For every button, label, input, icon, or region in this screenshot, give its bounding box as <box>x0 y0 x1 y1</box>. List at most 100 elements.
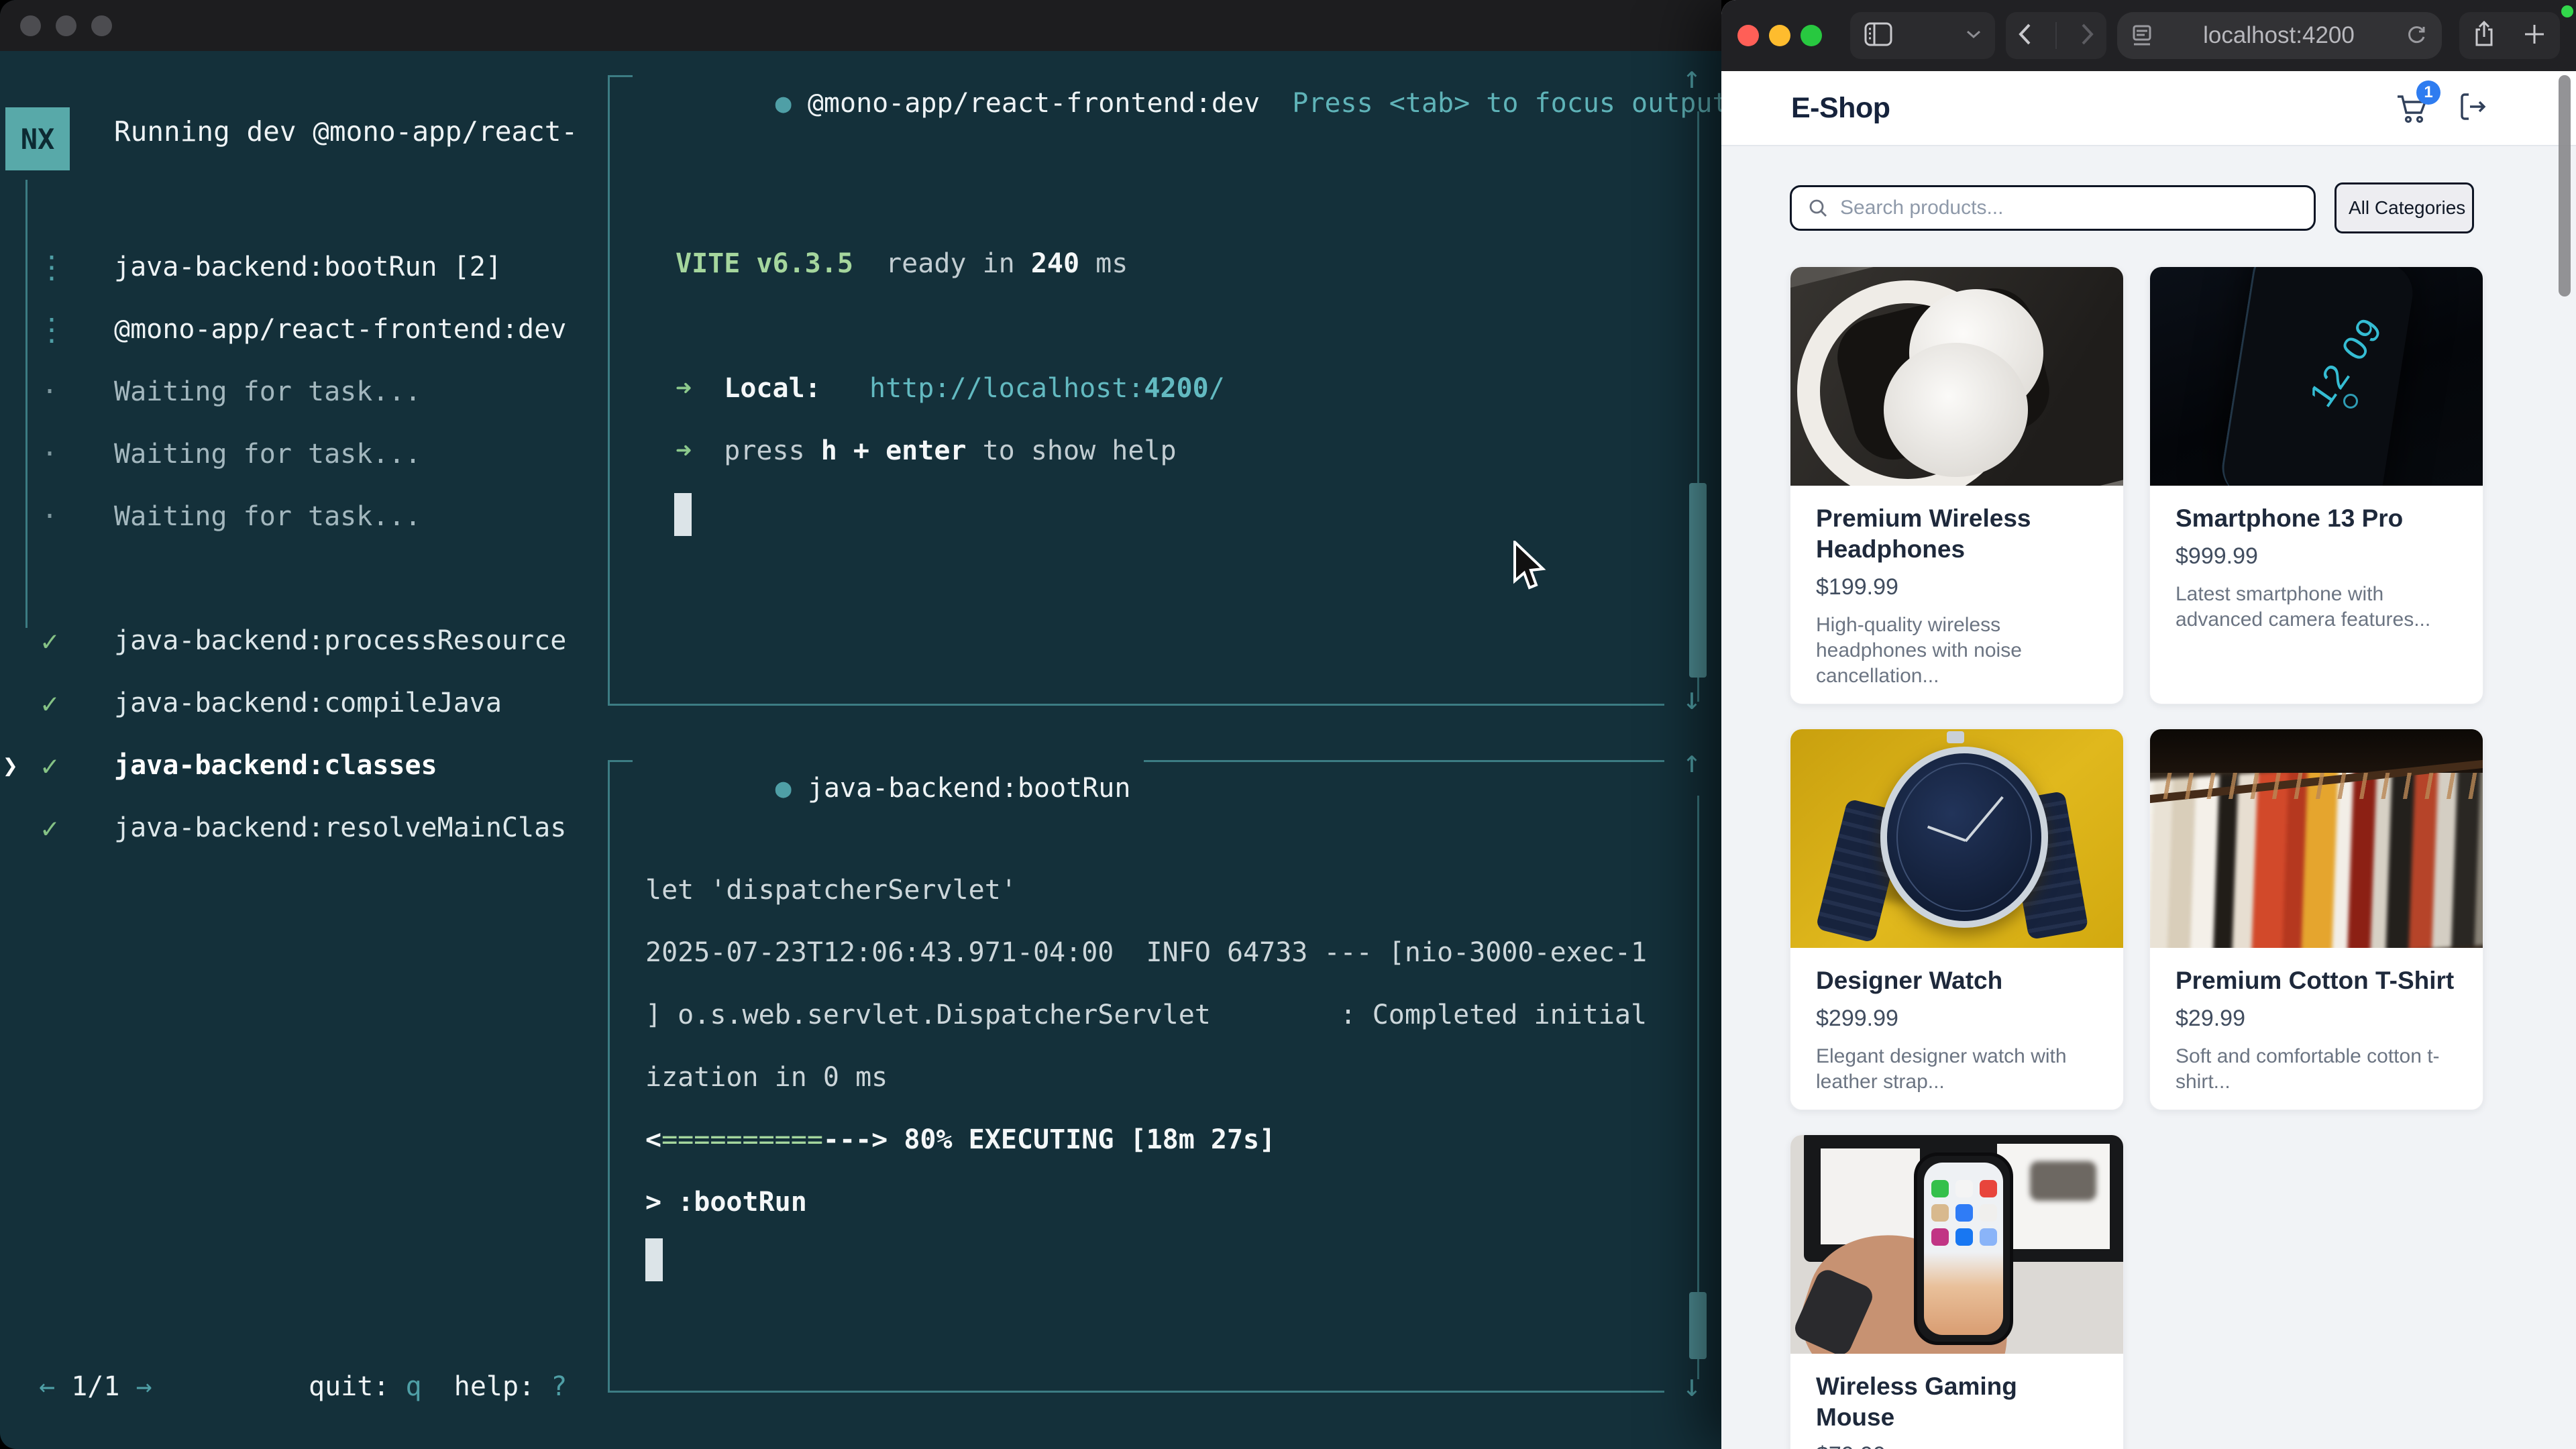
safari-toolbar: localhost:4200 <box>1721 0 2576 71</box>
search-box[interactable] <box>1790 185 2316 231</box>
spinner-icon: ⋮ <box>36 249 63 285</box>
help-label: help: <box>422 1371 551 1402</box>
product-card[interactable]: Designer Watch $299.99 Elegant designer … <box>1790 729 2124 1110</box>
cart-count-badge: 1 <box>2416 80 2440 105</box>
eshop-page: E-Shop 1 <box>1721 71 2576 1449</box>
product-card[interactable]: Premium Wireless Headphones $199.99 High… <box>1790 266 2124 704</box>
task-tree-line <box>25 180 28 628</box>
product-grid: Premium Wireless Headphones $199.99 High… <box>1790 266 2483 1449</box>
address-bar[interactable]: localhost:4200 <box>2117 12 2442 59</box>
product-name: Premium Cotton T-Shirt <box>2176 965 2457 996</box>
sidebar-icon <box>1864 21 1893 47</box>
page-scrollbar-thumb[interactable] <box>2559 75 2571 297</box>
logout-button[interactable] <box>2458 91 2490 126</box>
product-description: Soft and comfortable cotton t-shirt... <box>2176 1044 2457 1095</box>
task-dot-icon: ● <box>775 773 792 804</box>
next-arrow-icon: → <box>136 1371 152 1402</box>
product-name: Designer Watch <box>1816 965 2098 996</box>
back-button[interactable] <box>2017 23 2032 49</box>
product-description: High-quality wireless headphones with no… <box>1816 612 2098 689</box>
product-price: $79.99 <box>1816 1442 2098 1449</box>
scroll-up-icon: ↑ <box>1672 743 1712 780</box>
pager-count: 1/1 <box>71 1371 119 1402</box>
url-text: localhost:4200 <box>2152 22 2406 49</box>
reader-icon[interactable] <box>2132 24 2152 47</box>
task-label: java-backend:resolveMainClas <box>114 812 566 843</box>
shop-brand: E-Shop <box>1791 92 1890 125</box>
sidebar-menu-button[interactable] <box>1966 30 1982 42</box>
search-icon <box>1808 198 1828 218</box>
log-line: 2025-07-23T12:06:43.971-04:00 INFO 64733… <box>645 937 1647 968</box>
pane-frontend-output: ● @mono-app/react-frontend:dev Press <ta… <box>608 75 1664 706</box>
catalog-controls: All Categories <box>1790 182 2576 233</box>
gradle-progress-line: <==========---> 80% EXECUTING [18m 27s] <box>645 1124 1275 1155</box>
quit-label: quit: <box>309 1371 406 1402</box>
close-window-button[interactable] <box>1737 25 1759 46</box>
arrow-icon: ➜ <box>676 373 692 404</box>
progress-bar-fill: ========== <box>661 1124 823 1155</box>
quit-key: q <box>406 1371 422 1402</box>
task-label: java-backend:classes <box>114 750 437 781</box>
new-tab-button[interactable] <box>2523 23 2546 49</box>
category-select[interactable]: All Categories <box>2334 182 2474 233</box>
back-chevron-icon <box>2017 23 2032 46</box>
task-label: java-backend:bootRun [2] <box>114 252 502 282</box>
vite-local-line: ➜ Local: http://localhost:4200/ <box>676 373 1225 404</box>
logout-icon <box>2458 91 2490 123</box>
product-name: Smartphone 13 Pro <box>2176 503 2457 534</box>
scroll-down-icon: ↓ <box>1672 680 1712 716</box>
product-image-watch <box>1790 729 2123 948</box>
product-name: Premium Wireless Headphones <box>1816 503 2098 565</box>
pane-title-text: @mono-app/react-frontend:dev <box>792 88 1260 119</box>
zoom-window-button[interactable] <box>1801 25 1822 46</box>
terminal-cursor <box>674 493 692 536</box>
task-label: Waiting for task... <box>114 376 421 407</box>
dot-icon: · <box>36 501 63 532</box>
sidebar-toggle-button[interactable] <box>1864 21 1893 50</box>
terminal-heading: Running dev @mono-app/react- <box>114 115 578 148</box>
spinner-icon: ⋮ <box>36 311 63 347</box>
check-icon: ✓ <box>36 749 63 782</box>
plus-icon <box>2523 23 2546 46</box>
product-price: $299.99 <box>1816 1006 2098 1032</box>
share-button[interactable] <box>2473 21 2495 51</box>
check-icon: ✓ <box>36 812 63 845</box>
product-name: Wireless Gaming Mouse <box>1816 1371 2098 1433</box>
shop-header: E-Shop 1 <box>1721 71 2576 146</box>
check-icon: ✓ <box>36 625 63 657</box>
product-description: Latest smartphone with advanced camera f… <box>2176 582 2457 633</box>
vite-ready-line: VITE v6.3.5 ready in 240 ms <box>676 248 1128 279</box>
zoom-window-button[interactable] <box>91 15 112 36</box>
task-dot-icon: ● <box>775 88 792 119</box>
pane-pager: ← 1/1 → <box>39 1371 152 1402</box>
task-label: java-backend:processResource <box>114 625 566 656</box>
close-window-button[interactable] <box>20 15 41 36</box>
screen-recording-indicator <box>2561 5 2573 17</box>
forward-button[interactable] <box>2080 23 2095 49</box>
localhost-link[interactable]: http://localhost: <box>821 373 1144 404</box>
minimize-window-button[interactable] <box>1769 25 1790 46</box>
forward-chevron-icon <box>2080 23 2095 46</box>
product-price: $199.99 <box>1816 574 2098 600</box>
log-line: ] o.s.web.servlet.DispatcherServlet : Co… <box>645 1000 1647 1030</box>
safari-window: localhost:4200 E-Shop <box>1721 0 2576 1449</box>
nx-logo: NX <box>5 107 70 170</box>
dot-icon: · <box>36 439 63 470</box>
focus-hint: Press <tab> to focus output <box>1260 88 1721 119</box>
scroll-down-icon: ↓ <box>1672 1367 1712 1403</box>
cart-button[interactable]: 1 <box>2395 91 2430 125</box>
vite-help-line: ➜ press h + enter to show help <box>676 435 1177 466</box>
reload-icon[interactable] <box>2406 24 2427 47</box>
product-card[interactable]: Wireless Gaming Mouse $79.99 High-perfor… <box>1790 1134 2124 1449</box>
pane-frontend-title: ● @mono-app/react-frontend:dev Press <ta… <box>633 57 1721 150</box>
key-hints: quit: q help: ? <box>309 1371 567 1402</box>
search-input[interactable] <box>1839 196 2298 220</box>
mouse-cursor <box>1512 541 1547 592</box>
prev-arrow-icon: ← <box>39 1371 55 1402</box>
minimize-window-button[interactable] <box>56 15 76 36</box>
scroll-up-icon: ↑ <box>1672 59 1712 95</box>
product-card[interactable]: Premium Cotton T-Shirt $29.99 Soft and c… <box>2149 729 2483 1110</box>
product-price: $29.99 <box>2176 1006 2457 1032</box>
product-image-mouse <box>1790 1135 2123 1354</box>
product-card[interactable]: 12 09 Smartphone 13 Pro $999.99 Latest s… <box>2149 266 2483 704</box>
